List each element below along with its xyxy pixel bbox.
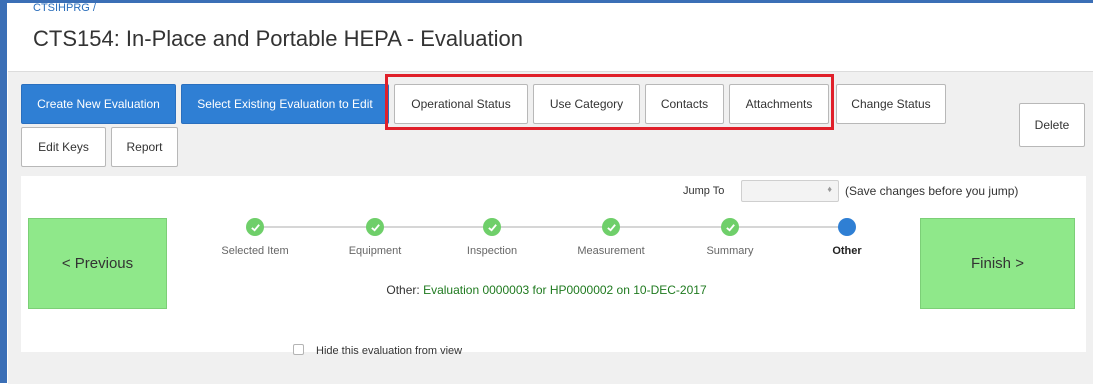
select-existing-evaluation-button[interactable]: Select Existing Evaluation to Edit xyxy=(181,84,389,124)
hide-evaluation-checkbox[interactable] xyxy=(293,344,304,355)
step-5-check-icon xyxy=(721,218,739,236)
jump-to-label: Jump To xyxy=(683,185,725,197)
edit-keys-button[interactable]: Edit Keys xyxy=(21,127,106,167)
change-status-button[interactable]: Change Status xyxy=(836,84,946,124)
page-title: CTS154: In-Place and Portable HEPA - Eva… xyxy=(33,26,523,51)
step-label-other: Other xyxy=(832,245,862,257)
step-1-check-icon xyxy=(246,218,264,236)
step-3-check-icon xyxy=(483,218,501,236)
hide-evaluation-label[interactable]: Hide this evaluation from view xyxy=(316,345,462,357)
step-label-inspection[interactable]: Inspection xyxy=(467,245,517,257)
jump-note: (Save changes before you jump) xyxy=(845,184,1019,198)
report-button[interactable]: Report xyxy=(111,127,178,167)
window-top-border xyxy=(0,0,1093,3)
step-label-selected-item[interactable]: Selected Item xyxy=(221,245,288,257)
delete-button[interactable]: Delete xyxy=(1019,103,1085,147)
jump-to-select[interactable]: ♦ xyxy=(741,180,839,202)
progress-track xyxy=(255,226,844,228)
step-label-summary[interactable]: Summary xyxy=(706,245,753,257)
step-label-measurement[interactable]: Measurement xyxy=(577,245,644,257)
select-arrows-icon: ♦ xyxy=(827,184,832,194)
breadcrumb[interactable]: CTSIHPRG / xyxy=(33,2,96,14)
step-2-check-icon xyxy=(366,218,384,236)
window-left-border xyxy=(0,0,7,383)
create-new-evaluation-button[interactable]: Create New Evaluation xyxy=(21,84,176,124)
status-detail: Evaluation 0000003 for HP0000002 on 10-D… xyxy=(423,283,707,297)
highlight-annotation-box xyxy=(385,74,834,130)
step-6-current-icon xyxy=(838,218,856,236)
status-prefix: Other: xyxy=(386,283,420,297)
current-step-status: Other: Evaluation 0000003 for HP0000002 … xyxy=(0,283,1093,297)
step-4-check-icon xyxy=(602,218,620,236)
step-label-equipment[interactable]: Equipment xyxy=(349,245,402,257)
